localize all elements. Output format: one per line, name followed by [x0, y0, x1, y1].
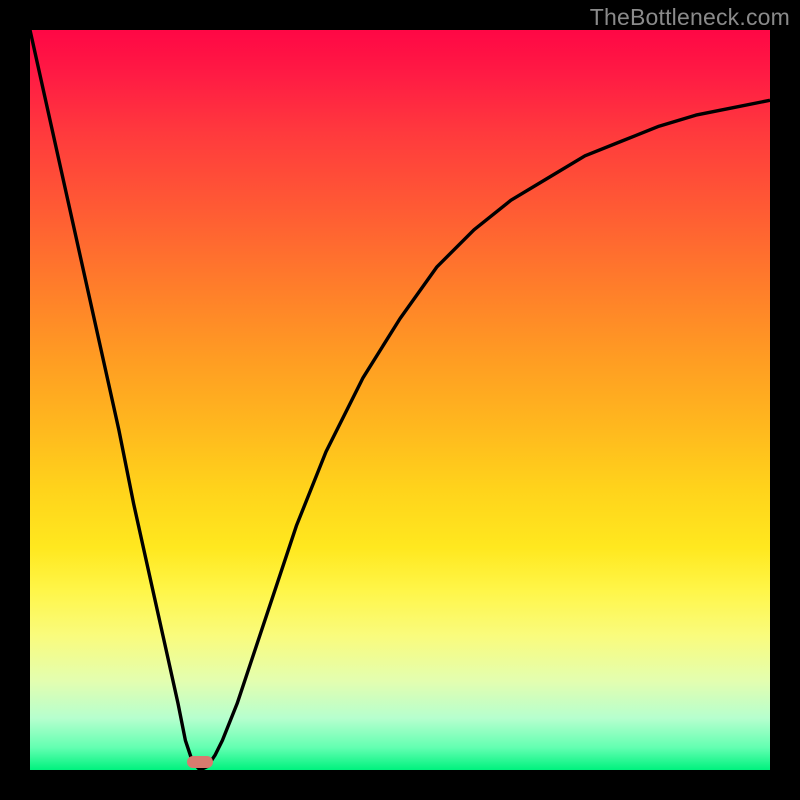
plot-area — [30, 30, 770, 770]
watermark-text: TheBottleneck.com — [590, 4, 790, 31]
chart-frame: TheBottleneck.com — [0, 0, 800, 800]
optimum-marker — [187, 756, 213, 768]
bottleneck-curve — [30, 30, 770, 770]
curve-svg — [30, 30, 770, 770]
